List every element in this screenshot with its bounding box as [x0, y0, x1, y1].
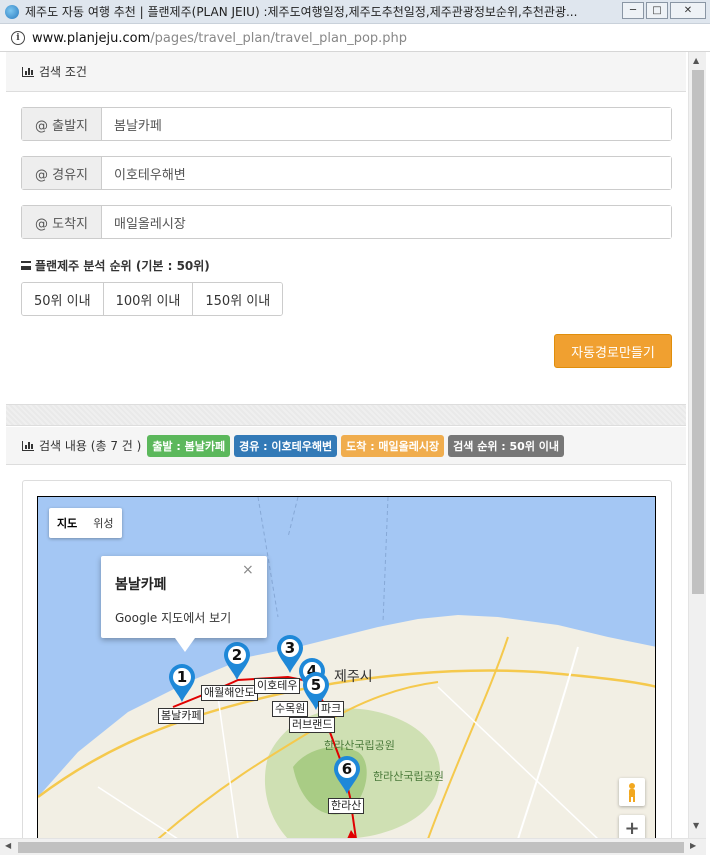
horizontal-scrollbar[interactable]: ◀ ▶	[0, 838, 706, 855]
marker-number: 1	[176, 668, 188, 686]
map-marker-1[interactable]: 1	[167, 663, 197, 703]
scroll-right-icon[interactable]: ▶	[690, 841, 696, 850]
via-badge: 경유 : 이호테우해변	[234, 434, 338, 457]
auto-route-button[interactable]: 자동경로만들기	[554, 334, 672, 368]
search-heading-text: 검색 조건	[39, 65, 87, 79]
park-label: 한라산국립공원	[373, 770, 444, 783]
minimize-button[interactable]: ─	[622, 2, 644, 19]
via-location-group: @ 경유지	[21, 156, 672, 190]
address-bar[interactable]: i www.planjeju.com/pages/travel_plan/tra…	[0, 25, 710, 52]
marker-number: 5	[310, 676, 322, 694]
rank-options: 50위 이내 100위 이내 150위 이내	[21, 282, 284, 316]
via-input[interactable]	[102, 157, 671, 189]
end-badge: 도착 : 매일올레시장	[341, 434, 445, 457]
marker-label: 한라산	[328, 798, 365, 814]
marker-label: 수목원	[272, 701, 309, 717]
end-label: @ 도착지	[22, 206, 102, 238]
pegman-figure	[629, 783, 635, 802]
marker-number: 3	[284, 639, 296, 657]
window-controls: ─ □ ✕	[622, 2, 706, 19]
rank-option-150[interactable]: 150위 이내	[193, 283, 283, 315]
start-badge: 출발 : 봄날카페	[147, 434, 231, 457]
url-domain: www.planjeju.com	[32, 30, 151, 46]
browser-app-icon	[5, 4, 19, 19]
marker-label: 러브랜드	[289, 717, 336, 733]
scroll-down-icon[interactable]: ▼	[693, 821, 699, 830]
marker-label: 애월해안도	[201, 685, 258, 701]
start-location-group: @ 출발지	[21, 107, 672, 141]
marker-label: 파크	[318, 701, 345, 717]
horizontal-scroll-thumb[interactable]	[18, 842, 684, 853]
rank-option-100[interactable]: 100위 이내	[103, 283, 194, 315]
via-label: @ 경유지	[22, 157, 102, 189]
google-maps-link[interactable]: Google 지도에서 보기	[115, 609, 231, 626]
end-input[interactable]	[102, 206, 671, 238]
results-panel-heading: 검색 내용 (총 7 건 ) 출발 : 봄날카페 경유 : 이호테우해변 도착 …	[6, 427, 686, 465]
marker-number: 2	[231, 646, 243, 664]
start-label: @ 출발지	[22, 108, 102, 140]
map-marker-2[interactable]: 2	[222, 641, 252, 681]
rank-heading-text: 플랜제주 분석 순위 (기본 : 50위)	[35, 259, 210, 273]
marker-label: 이호테우	[254, 678, 301, 694]
scroll-left-icon[interactable]: ◀	[5, 841, 11, 850]
url-text[interactable]: www.planjeju.com/pages/travel_plan/trave…	[32, 31, 407, 46]
close-window-button[interactable]: ✕	[670, 2, 706, 19]
bar-chart-icon	[22, 440, 34, 451]
marker-number: 6	[341, 760, 353, 778]
search-panel-heading: 검색 조건	[6, 52, 686, 92]
vertical-scroll-thumb[interactable]	[692, 70, 704, 594]
list-icon	[21, 261, 31, 270]
route-map[interactable]: 지도 위성 제주시 한라산국립공원 한라산국립공원 1 2 3 4 5 6 봄날…	[37, 496, 656, 838]
map-type-control: 지도 위성	[49, 508, 122, 538]
rank-badge: 검색 순위 : 50위 이내	[448, 434, 565, 457]
info-window-tail	[175, 638, 195, 652]
results-heading-text: 검색 내용 (총 7 건 )	[39, 439, 142, 453]
vertical-scrollbar[interactable]: ▲ ▼	[688, 52, 706, 838]
info-window: 봄날카페 Google 지도에서 보기 ×	[101, 556, 267, 652]
window-titlebar: 제주도 자동 여행 추천 | 플랜제주(PLAN JEIU) :제주도여행일정,…	[0, 0, 710, 24]
rank-heading: 플랜제주 분석 순위 (기본 : 50위)	[21, 257, 210, 274]
close-icon[interactable]: ×	[242, 562, 254, 578]
map-type-map[interactable]: 지도	[49, 508, 85, 538]
maximize-button[interactable]: □	[646, 2, 668, 19]
panel-divider	[6, 404, 686, 426]
info-window-title: 봄날카페	[115, 577, 167, 593]
park-label: 한라산국립공원	[324, 739, 395, 752]
marker-label: 봄날카페	[158, 708, 205, 724]
url-path: /pages/travel_plan/travel_plan_pop.php	[150, 30, 408, 46]
rank-option-50[interactable]: 50위 이내	[22, 283, 104, 315]
bar-chart-icon	[22, 66, 34, 77]
scroll-up-icon[interactable]: ▲	[693, 56, 699, 65]
end-location-group: @ 도착지	[21, 205, 672, 239]
city-label: 제주시	[334, 669, 373, 685]
info-icon[interactable]: i	[11, 31, 25, 45]
map-marker-6[interactable]: 6	[332, 755, 362, 795]
window-title: 제주도 자동 여행 추천 | 플랜제주(PLAN JEIU) :제주도여행일정,…	[25, 5, 578, 19]
street-view-pegman-icon[interactable]	[619, 778, 645, 806]
map-type-satellite[interactable]: 위성	[85, 508, 121, 538]
start-input[interactable]	[102, 108, 671, 140]
zoom-in-button[interactable]: +	[619, 815, 645, 838]
